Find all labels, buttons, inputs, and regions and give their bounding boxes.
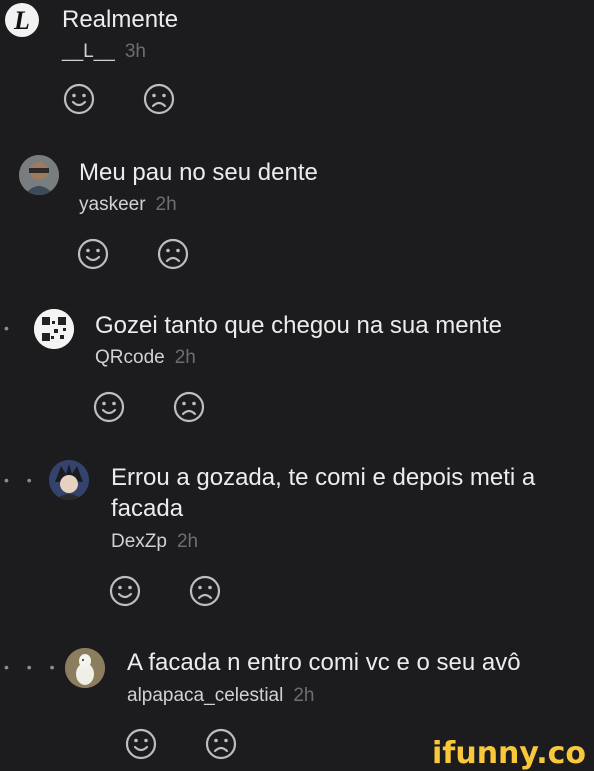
frown-icon[interactable] bbox=[156, 237, 190, 271]
watermark-text: ifunny.co bbox=[432, 736, 586, 771]
comment-text: Meu pau no seu dente bbox=[79, 159, 318, 186]
comment-meta: yaskeer 2h bbox=[79, 193, 177, 217]
comment-time: 2h bbox=[293, 685, 315, 706]
thread-depth-dots: • • • bbox=[4, 659, 62, 675]
thread-depth-dots: • bbox=[4, 320, 16, 336]
comment-text: Realmente bbox=[62, 6, 179, 33]
avatar[interactable] bbox=[65, 648, 105, 688]
avatar[interactable] bbox=[34, 309, 74, 349]
comment-meta: __L__ 3h bbox=[62, 40, 146, 64]
frown-icon[interactable] bbox=[142, 82, 176, 116]
avatar[interactable]: L bbox=[4, 2, 40, 38]
frown-icon[interactable] bbox=[204, 727, 238, 761]
comment-text: Errou a gozada, te comi e depois meti a … bbox=[111, 464, 536, 522]
comment-time: 2h bbox=[155, 194, 177, 215]
comment-text: Gozei tanto que chegou na sua mente bbox=[95, 312, 502, 339]
comment-meta: DexZp 2h bbox=[111, 530, 198, 554]
smile-icon[interactable] bbox=[108, 574, 142, 608]
alpaca-photo-avatar bbox=[65, 648, 105, 688]
thread-depth-dots: • • bbox=[4, 472, 39, 488]
ifunny-watermark: ifunny.co bbox=[432, 736, 586, 771]
comment-meta: QRcode 2h bbox=[95, 346, 196, 370]
comment-time: 2h bbox=[174, 347, 196, 368]
svg-text:L: L bbox=[13, 6, 30, 35]
frown-icon[interactable] bbox=[188, 574, 222, 608]
smile-icon[interactable] bbox=[124, 727, 158, 761]
smile-icon[interactable] bbox=[92, 390, 126, 424]
comment-username[interactable]: QRcode bbox=[95, 347, 165, 368]
comment-username[interactable]: alpapaca_celestial bbox=[127, 685, 283, 706]
death-note-L-letter-icon: L bbox=[5, 3, 39, 37]
avatar[interactable] bbox=[19, 155, 59, 195]
comment-text: A facada n entro comi vc e o seu avô bbox=[127, 649, 521, 676]
user-photo-avatar bbox=[19, 155, 59, 195]
comment-username[interactable]: DexZp bbox=[111, 531, 167, 552]
comment-username[interactable]: yaskeer bbox=[79, 194, 146, 215]
frown-icon[interactable] bbox=[172, 390, 206, 424]
smile-icon[interactable] bbox=[62, 82, 96, 116]
avatar[interactable] bbox=[49, 460, 89, 500]
comment-username[interactable]: __L__ bbox=[62, 41, 115, 62]
comment-time: 3h bbox=[124, 41, 146, 62]
qr-code-avatar bbox=[34, 309, 74, 349]
comment-time: 2h bbox=[176, 531, 199, 552]
anime-character-avatar bbox=[49, 460, 89, 500]
comment-meta: alpapaca_celestial 2h bbox=[127, 684, 314, 708]
smile-icon[interactable] bbox=[76, 237, 110, 271]
